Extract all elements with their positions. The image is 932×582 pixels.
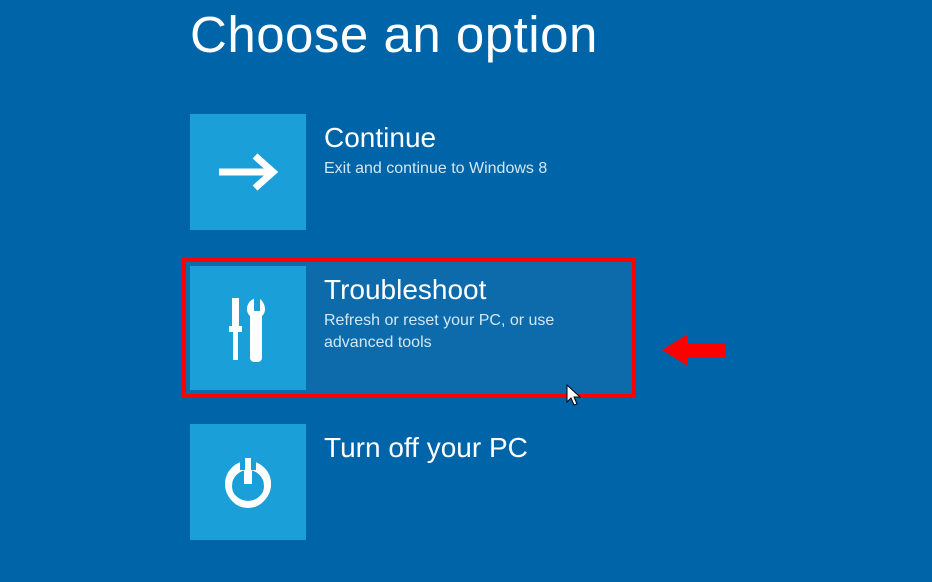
option-title: Troubleshoot	[324, 274, 628, 306]
option-text-troubleshoot: Troubleshoot Refresh or reset your PC, o…	[306, 266, 628, 353]
power-icon	[190, 424, 306, 540]
option-title: Turn off your PC	[324, 432, 528, 464]
tools-icon	[190, 266, 306, 390]
arrow-right-icon	[190, 114, 306, 230]
option-troubleshoot[interactable]: Troubleshoot Refresh or reset your PC, o…	[184, 260, 634, 396]
option-text-turnoff: Turn off your PC	[306, 424, 528, 468]
option-description: Refresh or reset your PC, or use advance…	[324, 310, 628, 353]
page-title: Choose an option	[190, 5, 932, 64]
annotation-arrow-icon	[660, 330, 730, 375]
option-turnoff[interactable]: Turn off your PC	[190, 424, 640, 540]
option-title: Continue	[324, 122, 547, 154]
option-continue[interactable]: Continue Exit and continue to Windows 8	[190, 114, 640, 230]
option-text-continue: Continue Exit and continue to Windows 8	[306, 114, 547, 180]
option-description: Exit and continue to Windows 8	[324, 158, 547, 180]
